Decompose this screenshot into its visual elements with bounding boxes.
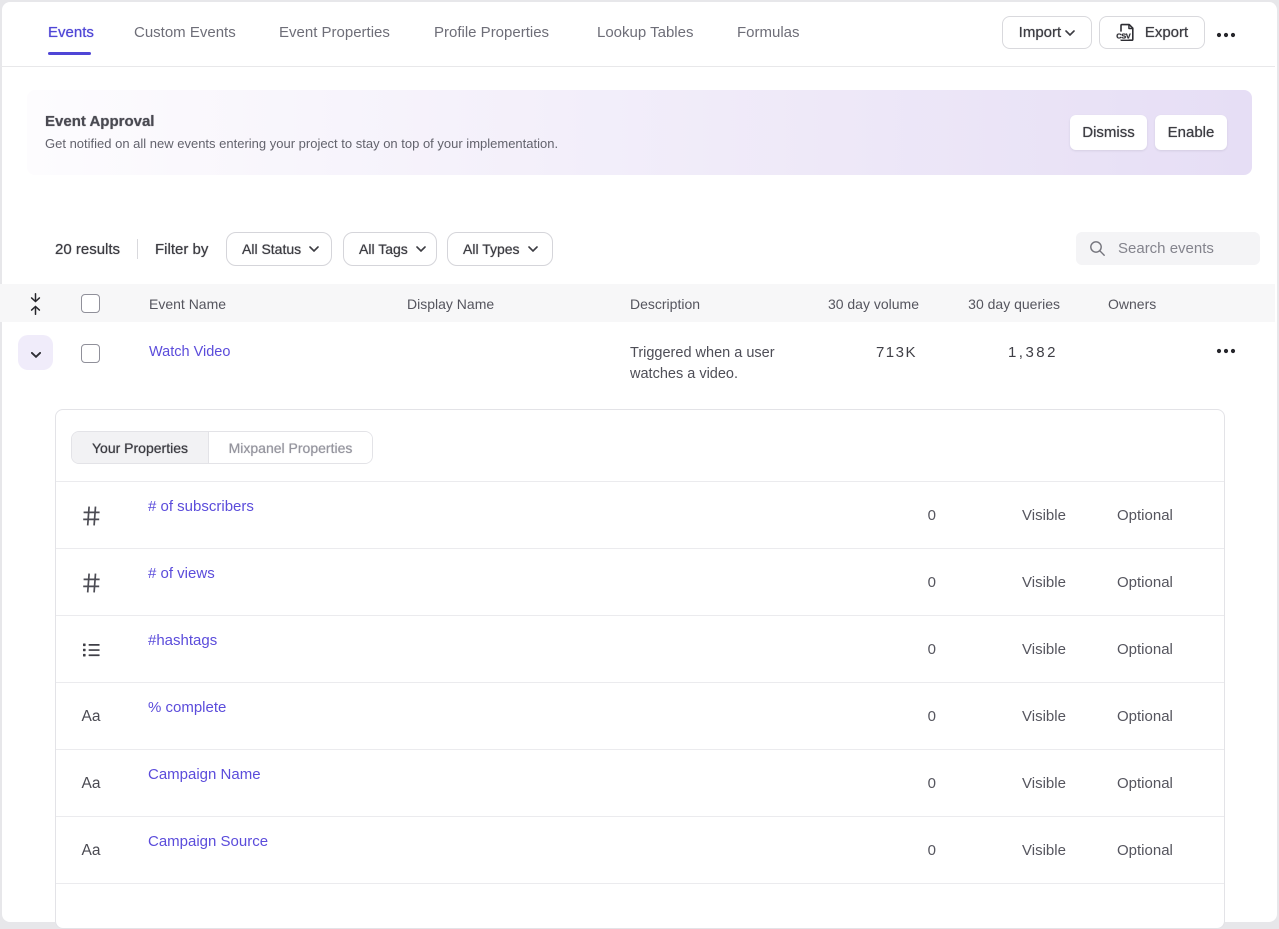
svg-text:CSV: CSV [1116, 31, 1131, 40]
